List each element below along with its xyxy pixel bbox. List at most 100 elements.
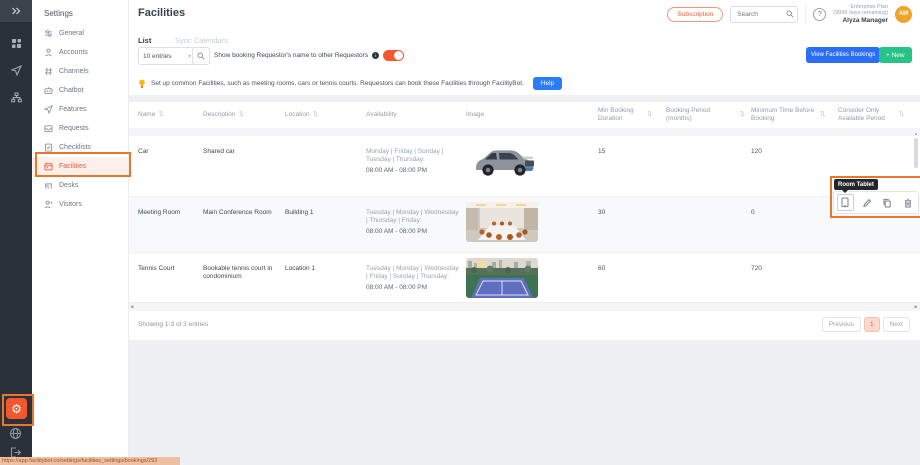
cell-description: Shared car <box>203 148 235 155</box>
table-separator-band <box>128 128 920 136</box>
cell-location <box>285 136 366 148</box>
col-consider-only-available[interactable]: Consider Only Available Period ⇅ <box>838 107 910 123</box>
avatar[interactable]: AM <box>895 5 912 23</box>
sidebar-item-visitors[interactable]: Visitors <box>32 195 128 214</box>
sidebar-item-requests[interactable]: Requests <box>32 119 128 138</box>
entries-select[interactable]: 10 entries ▾ <box>138 47 196 65</box>
previous-page-button[interactable]: Previous <box>821 317 861 332</box>
showing-entries: Showing 1-3 of 3 entries <box>138 321 209 328</box>
col-availability: Availability <box>366 110 397 118</box>
scroll-left-icon[interactable]: ◀ <box>130 304 133 310</box>
chatbot-icon <box>44 86 53 95</box>
cell-min-time-before-booking: 0 <box>751 209 755 216</box>
table-row[interactable]: Meeting Room Main Conference Room Buildi… <box>128 197 920 253</box>
cell-consider-only <box>838 253 910 265</box>
col-description[interactable]: Description ⇅ <box>203 111 285 119</box>
col-min-time-before-booking[interactable]: Minimum Time Before Booking ⇅ <box>751 107 838 123</box>
room-tablet-tooltip: Room Tablet <box>834 179 878 193</box>
requestor-name-toggle[interactable] <box>383 49 405 61</box>
sidebar-item-desks[interactable]: Desks <box>32 176 128 195</box>
cell-consider-only <box>838 136 910 148</box>
view-facilities-bookings-button[interactable]: View Facilities Bookings <box>806 47 881 63</box>
sidebar-item-label: Checklists <box>59 144 91 151</box>
sidebar-item-accounts[interactable]: Accounts <box>32 43 128 62</box>
tab-list[interactable]: List <box>138 36 152 54</box>
tip-bar: Set up common Facilities, such as meetin… <box>128 72 920 95</box>
current-page-button[interactable]: 1 <box>864 317 880 332</box>
cell-description: Main Conference Room <box>203 209 272 216</box>
col-name[interactable]: Name ⇅ <box>138 111 203 119</box>
copy-icon[interactable] <box>880 195 895 210</box>
row-actions-panel <box>833 191 919 214</box>
sidebar-item-label: Features <box>59 106 87 113</box>
col-booking-period[interactable]: Booking Period (months) ⇅ <box>666 107 751 123</box>
chevron-down-icon: ▾ <box>187 53 191 60</box>
rail-header[interactable] <box>0 0 32 22</box>
sort-icon[interactable]: ⇅ <box>313 111 318 119</box>
sidebar-item-label: Facilities <box>59 163 87 170</box>
settings-gear-button[interactable]: ⚙ <box>6 398 27 419</box>
user-name: Alyza Manager <box>842 16 888 24</box>
lightbulb-icon <box>138 79 146 89</box>
global-search[interactable] <box>730 5 799 23</box>
car-photo <box>466 141 538 181</box>
main-content: Facilities Subscription ? Enterprise Pla… <box>128 0 920 465</box>
sort-icon[interactable]: ⇅ <box>899 111 904 119</box>
globe-icon[interactable] <box>9 427 22 440</box>
sidebar-item-features[interactable]: Features <box>32 100 128 119</box>
col-image: Image <box>466 110 485 118</box>
settings-menu: General Accounts Channels Chatbot Featur… <box>32 24 128 214</box>
search-input[interactable] <box>735 9 784 19</box>
sidebar-item-chatbot[interactable]: Chatbot <box>32 81 128 100</box>
pagination: Previous 1 Next <box>821 317 910 332</box>
sitemap-icon[interactable] <box>10 92 22 103</box>
delete-icon[interactable] <box>900 195 915 210</box>
cell-min-booking-duration: 60 <box>598 265 606 272</box>
table-row[interactable]: Car Shared car Monday | Friday | Sunday … <box>128 136 920 197</box>
cell-booking-period <box>666 136 751 148</box>
sort-icon[interactable]: ⇅ <box>740 111 745 119</box>
settings-gear-icon: ⚙ <box>11 401 22 416</box>
sidebar-item-label: Visitors <box>59 201 82 208</box>
entries-value: 10 entries <box>143 52 172 60</box>
new-facility-button[interactable]: + New <box>879 47 912 63</box>
col-location[interactable]: Location ⇅ <box>285 111 366 119</box>
user-icon <box>44 48 53 57</box>
sort-icon[interactable]: ⇅ <box>820 111 825 119</box>
sidebar-item-channels[interactable]: Channels <box>32 62 128 81</box>
edit-icon[interactable] <box>859 195 874 210</box>
info-icon[interactable]: i <box>372 51 380 59</box>
cell-location: Location 1 <box>285 265 315 272</box>
divider <box>805 4 807 24</box>
top-header-bar: Facilities Subscription ? Enterprise Pla… <box>128 0 920 29</box>
apps-icon[interactable] <box>11 38 22 49</box>
subscription-button[interactable]: Subscription <box>667 6 724 22</box>
sort-icon[interactable]: ⇅ <box>158 111 163 119</box>
sidebar-item-general[interactable]: General <box>32 24 128 43</box>
tablet-icon[interactable] <box>836 194 854 211</box>
sidebar-item-label: Chatbot <box>59 87 84 94</box>
tab-sync-calendars[interactable]: Sync Calendars <box>175 36 228 45</box>
sort-icon[interactable]: ⇅ <box>647 111 652 119</box>
help-button[interactable]: Help <box>532 77 563 90</box>
sort-icon[interactable]: ⇅ <box>239 111 244 119</box>
cell-min-time-before-booking: 120 <box>751 148 762 155</box>
cell-availability: Monday | Friday | Sunday | Tuesday | Thu… <box>366 148 444 174</box>
vertical-scrollbar[interactable]: ▲ <box>913 130 919 304</box>
help-icon[interactable]: ? <box>813 7 827 21</box>
sidebar-item-checklists[interactable]: Checklists <box>32 138 128 157</box>
scrollbar-thumb[interactable] <box>914 138 918 168</box>
sidebar-item-facilities[interactable]: Facilities <box>32 157 128 176</box>
table-row[interactable]: Tennis Court Bookable tennis court in co… <box>128 253 920 303</box>
horizontal-scrollbar[interactable]: ◀ ▶ <box>128 302 920 311</box>
next-page-button[interactable]: Next <box>882 317 910 332</box>
cell-booking-period <box>666 253 751 265</box>
col-min-booking-duration[interactable]: Min Booking Duration ⇅ <box>598 107 666 123</box>
scroll-up-icon[interactable]: ▲ <box>913 130 919 137</box>
table-search-button[interactable] <box>192 47 210 65</box>
sidebar-title: Settings <box>44 9 73 18</box>
cell-image <box>466 253 598 298</box>
paper-plane-icon[interactable] <box>10 65 22 76</box>
table-header: Name ⇅ Description ⇅ Location ⇅ Availabilit… <box>128 102 920 128</box>
scroll-right-icon[interactable]: ▶ <box>915 304 918 310</box>
